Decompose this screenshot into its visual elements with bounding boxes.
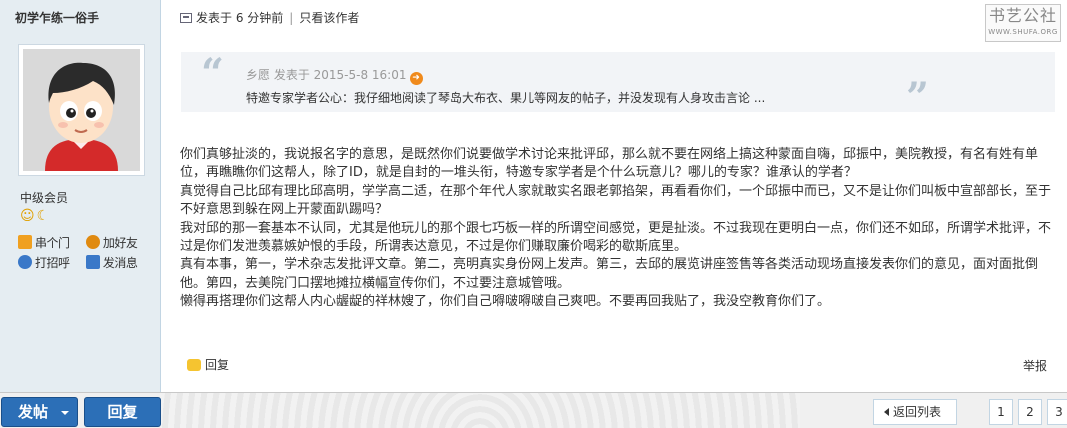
user-sidebar: 初学乍练一俗手 中级会员 ☺☾ 串个门 加好友 打招呼 发消息 [0,0,161,392]
username[interactable]: 初学乍练一俗手 [15,9,99,26]
site-watermark: 书艺公社 WWW.SHUFA.ORG [985,4,1061,42]
send-message-link[interactable]: 发消息 [85,254,150,274]
post-paragraph: 你们真够扯淡的，我说报名字的意思，是既然你们说要做学术讨论来批评邱，那么就不要在… [180,147,1039,181]
greet-link[interactable]: 打招呼 [18,254,82,274]
post-body: 你们真够扯淡的，我说报名字的意思，是既然你们说要做学术讨论来批评邱，那么就不要在… [180,146,1052,312]
reply-link[interactable]: 回复 [205,356,229,373]
home-icon [18,235,32,249]
user-actions: 串个门 加好友 打招呼 发消息 [18,234,158,274]
quote-block: “ 乡愿 发表于 2015-5-8 16:01 ➜ 特邀专家学者公心：我仔细地阅读… [181,50,1055,118]
reply-button[interactable]: 回复 [84,397,161,427]
post-paragraph: 真觉得自己比邱有理比邱高明，学学高二适，在那个年代人家就敢实名跟老郭掐架，再看看… [180,183,1052,218]
add-friend-icon [85,235,100,249]
page-link-3[interactable]: 3 [1047,399,1067,425]
quote-author-time: 乡愿 发表于 2015-5-8 16:01 [246,68,407,82]
back-to-list-label: 返回列表 [893,405,942,419]
post-meta: 发表于 6 分钟前 | 只看该作者 [180,9,359,26]
open-quote-icon: “ [201,50,225,97]
post-paragraph: 真有本事，第一，学术杂志发批评文章。第二，亮明真实身份网上发声。第三，去邱的展览… [180,257,1039,291]
close-quote-icon: ” [905,74,929,121]
report-link[interactable]: 举报 [1023,357,1047,374]
back-to-list-button[interactable]: 返回列表 [873,399,957,425]
meta-separator: | [289,10,294,25]
quote-header: 乡愿 发表于 2015-5-8 16:01 ➜ [246,66,423,85]
visit-home-link[interactable]: 串个门 [18,234,82,254]
reply-icon [187,358,201,371]
post-icon [180,12,192,23]
watermark-url: WWW.SHUFA.ORG [988,28,1058,36]
post-content: 发表于 6 分钟前 | 只看该作者 书艺公社 WWW.SHUFA.ORG “ 乡… [161,0,1067,392]
watermark-title: 书艺公社 [988,6,1057,25]
jump-to-post-icon[interactable]: ➜ [409,72,423,85]
avatar[interactable] [18,44,145,176]
member-level[interactable]: 中级会员 [20,189,68,206]
page-link-1[interactable]: 1 [989,399,1013,425]
new-post-button[interactable]: 发帖 [1,397,78,427]
greet-icon [18,255,32,269]
chevron-left-icon [884,408,889,416]
avatar-image [23,49,140,171]
default-avatar-icon [23,49,140,171]
medal-icons[interactable]: ☺☾ [20,208,51,224]
author-only-link[interactable]: 只看该作者 [299,9,359,26]
quote-text: 特邀专家学者公心：我仔细地阅读了琴岛大布衣、果儿等网友的帖子，并没发现有人身攻击… [246,91,766,105]
message-icon [85,255,100,269]
add-friend-link[interactable]: 加好友 [85,234,150,254]
new-post-label: 发帖 [18,403,49,421]
post-time: 发表于 6 分钟前 [196,11,284,25]
decorative-pattern [160,393,800,428]
page-link-2[interactable]: 2 [1018,399,1042,425]
reply-action[interactable]: 回复 [187,356,229,373]
post-paragraph: 懒得再搭理你们这帮人内心龌龊的祥林嫂了，你们自己嘚啵嘚啵自己爽吧。不要再回我贴了… [180,294,831,310]
post-paragraph: 我对邱的那一套基本不认同，尤其是他玩儿的那个跟七巧板一样的所谓空间感觉，更是扯淡… [180,220,1052,255]
bottom-bar: 发帖 回复 返回列表 1 2 3 [0,392,1067,428]
chevron-down-icon[interactable] [61,411,69,415]
